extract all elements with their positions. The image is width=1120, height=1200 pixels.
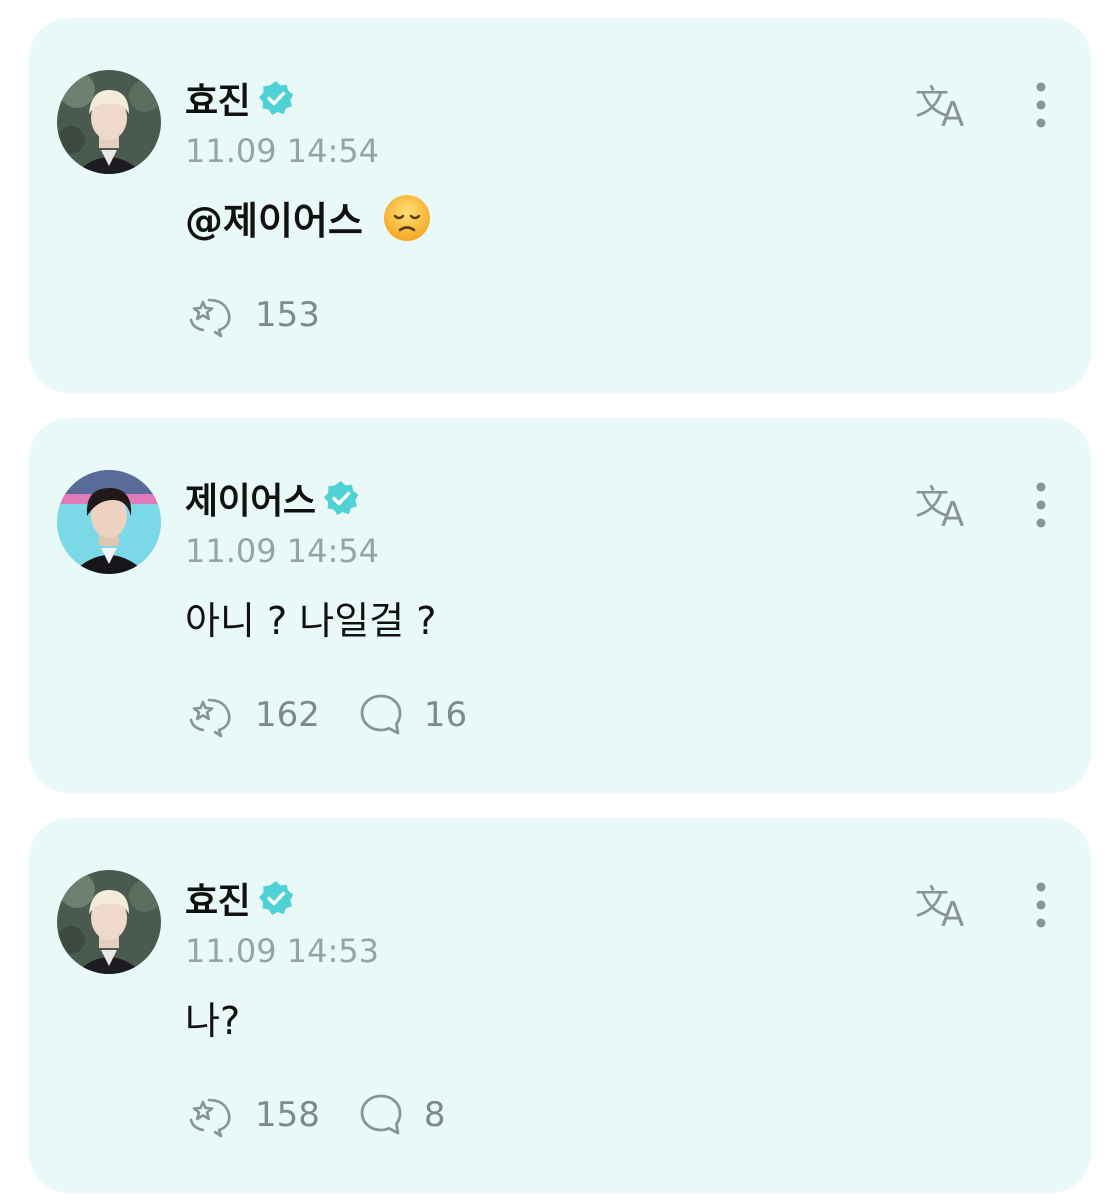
author-name[interactable]: 효진 xyxy=(185,72,251,124)
reaction-bar: 153 xyxy=(185,290,358,340)
like-button[interactable]: 158 xyxy=(185,1090,320,1140)
like-button[interactable]: 162 xyxy=(185,690,320,740)
more-vertical-icon xyxy=(1036,882,1046,928)
comment-bubble-icon xyxy=(360,694,402,735)
post-timestamp: 11.09 14:54 xyxy=(185,532,379,570)
post-text-content: 아니 ? 나일걸 ? xyxy=(185,599,437,643)
avatar[interactable] xyxy=(57,870,161,974)
post-text-content: @제이어스 xyxy=(185,199,363,243)
verified-badge-icon xyxy=(259,881,294,915)
like-cheer-icon xyxy=(189,698,231,738)
comment-count: 8 xyxy=(423,1095,446,1135)
post-timestamp: 11.09 14:53 xyxy=(185,932,379,970)
like-cheer-icon xyxy=(189,1098,231,1138)
like-button[interactable]: 153 xyxy=(185,290,320,340)
post-card[interactable]: 제이어스 11.09 14:54 아니 ? 나일걸 ? 162 16 文 A xyxy=(29,418,1091,793)
more-options-button[interactable] xyxy=(1025,80,1057,130)
translate-button[interactable]: 文 A xyxy=(913,878,977,935)
like-count: 158 xyxy=(255,1095,320,1135)
like-count: 153 xyxy=(255,295,320,335)
more-vertical-icon xyxy=(1036,482,1046,528)
post-text: 나? xyxy=(185,990,240,1045)
verified-badge-icon xyxy=(324,481,359,515)
translate-button[interactable]: 文 A xyxy=(913,78,977,135)
post-text: @제이어스 xyxy=(185,190,431,245)
more-vertical-icon xyxy=(1036,82,1046,128)
more-options-button[interactable] xyxy=(1025,480,1057,530)
post-timestamp: 11.09 14:54 xyxy=(185,132,379,170)
svg-text:A: A xyxy=(941,95,964,132)
avatar[interactable] xyxy=(57,70,161,174)
post-text: 아니 ? 나일걸 ? xyxy=(185,590,436,645)
svg-text:A: A xyxy=(941,895,964,932)
verified-badge-icon xyxy=(259,81,294,115)
translate-button[interactable]: 文 A xyxy=(913,478,977,535)
comment-bubble-icon xyxy=(360,1094,402,1135)
post-card[interactable]: 효진 11.09 14:54 @제이어스 153 文 A xyxy=(29,18,1091,393)
author-name[interactable]: 효진 xyxy=(185,872,251,924)
comment-button[interactable]: 8 xyxy=(358,1092,446,1138)
more-options-button[interactable] xyxy=(1025,880,1057,930)
author-name[interactable]: 제이어스 xyxy=(185,472,316,524)
comment-button[interactable]: 16 xyxy=(358,692,467,738)
post-feed: 효진 11.09 14:54 @제이어스 153 文 A 제이어스 11.09 … xyxy=(0,0,1120,1200)
reaction-bar: 158 8 xyxy=(185,1090,484,1140)
like-count: 162 xyxy=(255,695,320,735)
post-card[interactable]: 효진 11.09 14:53 나? 158 8 文 A xyxy=(29,818,1091,1193)
svg-text:A: A xyxy=(941,495,964,532)
post-text-content: 나? xyxy=(185,999,241,1043)
comment-count: 16 xyxy=(423,695,468,735)
reaction-bar: 162 16 xyxy=(185,690,505,740)
translate-icon: 文 A xyxy=(915,483,964,535)
translate-icon: 文 A xyxy=(915,883,964,935)
translate-icon: 文 A xyxy=(915,83,964,135)
avatar[interactable] xyxy=(57,470,161,574)
disappointed-face-icon xyxy=(383,194,430,241)
like-cheer-icon xyxy=(189,298,231,338)
